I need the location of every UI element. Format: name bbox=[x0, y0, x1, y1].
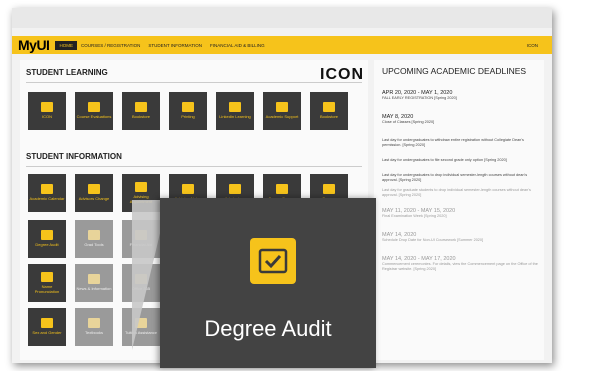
check-icon bbox=[41, 230, 53, 241]
deadline-item: MAY 8, 2020 Close of Classes [Spring 2020… bbox=[382, 114, 542, 125]
nav-financial[interactable]: FINANCIAL AID & BILLING bbox=[206, 41, 269, 50]
tile-label: Name Pronunciation bbox=[34, 284, 60, 294]
deadline-desc: Close of Classes [Spring 2020] bbox=[382, 120, 435, 124]
nav-home[interactable]: HOME bbox=[55, 40, 77, 50]
tile-label: Advisors Change bbox=[78, 196, 110, 202]
tools-icon bbox=[88, 230, 100, 241]
tile-label: Printing bbox=[181, 114, 195, 120]
tile-sex-and-gender[interactable]: Sex and Gender bbox=[28, 308, 66, 346]
deadline-item: MAY 11, 2020 - MAY 15, 2020 Final Examina… bbox=[382, 208, 542, 219]
deadlines-title: UPCOMING ACADEMIC DEADLINES bbox=[382, 66, 527, 76]
tile-label: Bookstore bbox=[319, 114, 338, 120]
browser-bar bbox=[12, 8, 552, 28]
top-nav: MyUI HOME COURSES / REGISTRATION STUDENT… bbox=[12, 36, 552, 54]
tile-label: Academic Calendar bbox=[29, 196, 65, 202]
tile-label: Linkedin Learning bbox=[219, 114, 251, 120]
book-icon bbox=[135, 102, 147, 113]
document-icon bbox=[229, 184, 241, 195]
tile-label: Textbooks bbox=[84, 330, 103, 336]
divider bbox=[26, 166, 362, 167]
deadline-item: MAY 14, 2020 - MAY 17, 2020 Commencement … bbox=[382, 256, 542, 271]
check-icon bbox=[250, 238, 296, 284]
divider bbox=[26, 82, 362, 83]
deadline-item: Last day for undergraduates to drop indi… bbox=[382, 173, 542, 182]
myui-logo[interactable]: MyUI bbox=[18, 37, 50, 53]
deadline-desc: Schedule Drop Date for Non-UI Coursework… bbox=[382, 238, 484, 242]
tile-grad-tools[interactable]: Grad Tools bbox=[75, 220, 113, 258]
clipboard-icon bbox=[135, 182, 147, 192]
tile-label: News & Information bbox=[76, 286, 112, 292]
tile-printing[interactable]: Printing bbox=[169, 92, 207, 130]
deadline-desc: Last day for undergraduates to withdraw … bbox=[382, 138, 524, 147]
deadline-desc: Last day for undergraduates to file seco… bbox=[382, 158, 507, 162]
person-icon bbox=[41, 318, 53, 329]
deadline-item: Last day for undergraduates to file seco… bbox=[382, 158, 542, 163]
deadline-item: MAY 14, 2020 Schedule Drop Date for Non-U… bbox=[382, 232, 542, 243]
book-icon bbox=[323, 102, 335, 113]
student-information-title: STUDENT INFORMATION bbox=[26, 152, 122, 161]
tile-icon[interactable]: ICON bbox=[28, 92, 66, 130]
tile-academic-calendar[interactable]: Academic Calendar bbox=[28, 174, 66, 212]
calendar-icon bbox=[41, 184, 53, 195]
deadline-desc: Last day for graduate students to drop i… bbox=[382, 188, 531, 197]
building-icon bbox=[276, 102, 288, 113]
checkbox-icon bbox=[88, 102, 100, 113]
nav-icon-link[interactable]: ICON bbox=[527, 43, 538, 48]
tile-label: ICON bbox=[42, 114, 52, 120]
tile-advisors-change[interactable]: Advisors Change bbox=[75, 174, 113, 212]
degree-audit-callout[interactable]: Degree Audit bbox=[160, 198, 376, 368]
degree-audit-label: Degree Audit bbox=[204, 316, 332, 341]
tile-label: Academic Support bbox=[265, 114, 299, 120]
tile-degree-audit[interactable]: Degree Audit bbox=[28, 220, 66, 258]
newspaper-icon bbox=[88, 274, 100, 285]
tile-label: Bookstore bbox=[131, 114, 150, 120]
tile-textbooks[interactable]: Textbooks bbox=[75, 308, 113, 346]
graduation-icon bbox=[323, 184, 335, 195]
printer-icon bbox=[182, 102, 194, 113]
deadlines-panel: UPCOMING ACADEMIC DEADLINES APR 20, 2020… bbox=[374, 60, 544, 360]
tile-label: Grad Tools bbox=[84, 242, 104, 248]
deadline-item: Last day for graduate students to drop i… bbox=[382, 188, 542, 197]
tile-bookstore[interactable]: Bookstore bbox=[122, 92, 160, 130]
monitor-icon bbox=[229, 102, 241, 113]
deadline-item: Last day for undergraduates to withdraw … bbox=[382, 138, 542, 147]
book-icon bbox=[276, 184, 288, 195]
home-icon bbox=[88, 184, 100, 195]
tile-name-pronunciation[interactable]: Name Pronunciation bbox=[28, 264, 66, 302]
deadline-desc: Last day for undergraduates to drop indi… bbox=[382, 173, 528, 182]
tile-linkedin-learning[interactable]: Linkedin Learning bbox=[216, 92, 254, 130]
deadline-desc: Final Examination Week [Spring 2020] bbox=[382, 214, 447, 218]
student-learning-title: STUDENT LEARNING bbox=[26, 68, 108, 77]
deadline-desc: Commencement ceremonies. For details, vi… bbox=[382, 262, 538, 271]
folder-icon bbox=[182, 184, 194, 195]
deadline-desc: FALL EARLY REGISTRATION [Spring 2020] bbox=[382, 96, 457, 100]
tile-label: Course Evaluations bbox=[76, 114, 112, 120]
tile-label: Sex and Gender bbox=[32, 330, 62, 336]
microphone-icon bbox=[41, 272, 53, 282]
tile-label: Degree Audit bbox=[35, 242, 59, 248]
nav-student-info[interactable]: STUDENT INFORMATION bbox=[144, 41, 206, 50]
list-icon bbox=[41, 102, 53, 113]
deadline-item: APR 20, 2020 - MAY 1, 2020 FALL EARLY REG… bbox=[382, 90, 542, 101]
nav-courses[interactable]: COURSES / REGISTRATION bbox=[77, 41, 144, 50]
tile-course-evaluations[interactable]: Course Evaluations bbox=[75, 92, 113, 130]
tile-bookstore[interactable]: Bookstore bbox=[310, 92, 348, 130]
tile-academic-support[interactable]: Academic Support bbox=[263, 92, 301, 130]
book-icon bbox=[88, 318, 100, 329]
tile-news-information[interactable]: News & Information bbox=[75, 264, 113, 302]
